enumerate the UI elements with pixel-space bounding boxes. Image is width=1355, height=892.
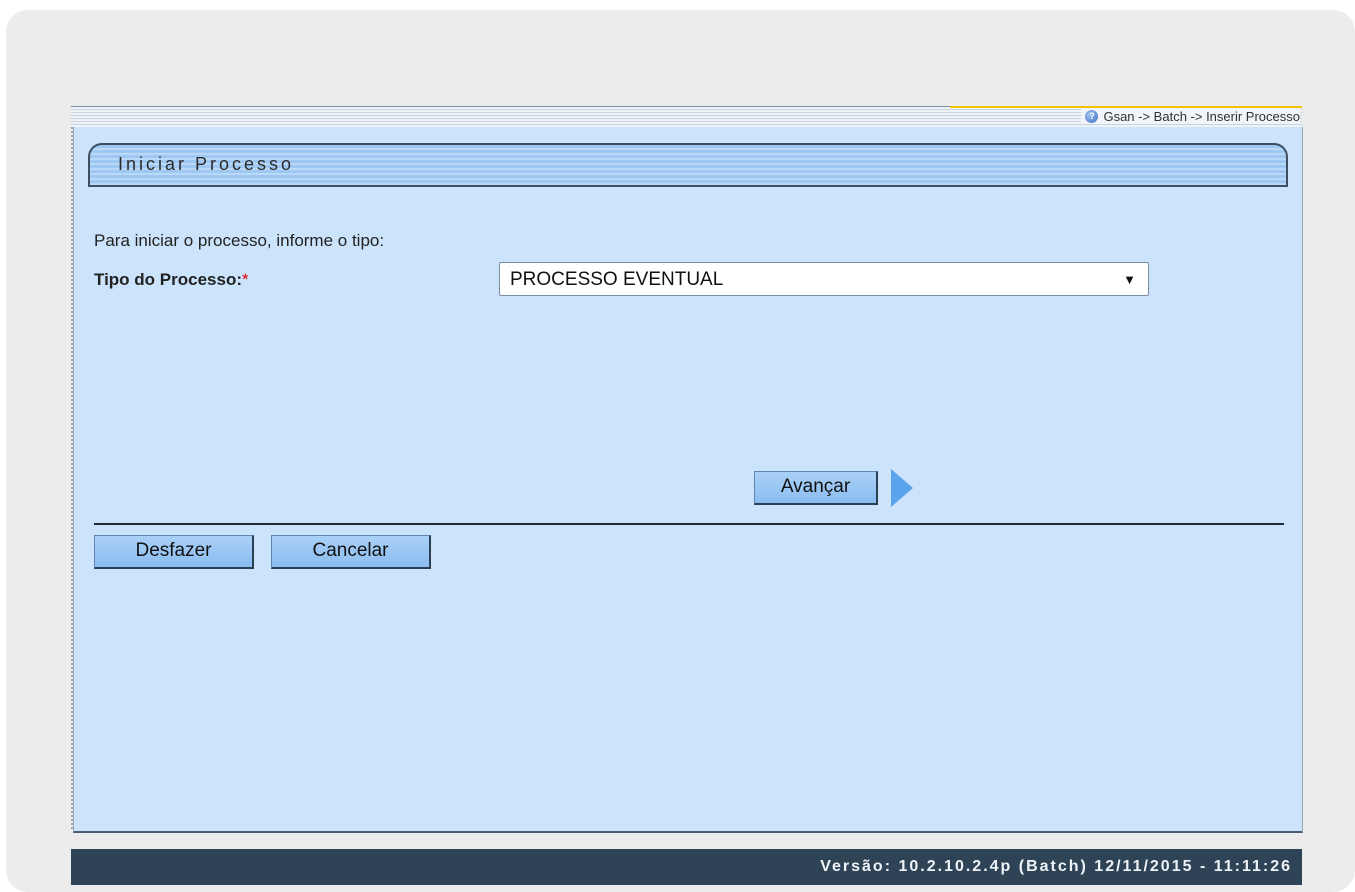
instruction-text: Para iniciar o processo, informe o tipo: [94,231,385,250]
main-panel: Iniciar Processo Para iniciar o processo… [71,127,1303,833]
tipo-processo-label-text: Tipo do Processo: [94,270,242,289]
required-marker: * [242,270,249,289]
tipo-processo-select[interactable]: PROCESSO EVENTUAL ▼ [499,262,1149,296]
page-title: Iniciar Processo [118,154,295,174]
avancar-button[interactable]: Avançar [754,471,878,505]
breadcrumb: ? Gsan -> Batch -> Inserir Processo [1081,109,1300,124]
header-accent [950,106,1302,108]
cancelar-button[interactable]: Cancelar [271,535,431,569]
chevron-down-icon[interactable]: ▼ [1123,272,1136,287]
panel-left-rule [71,127,73,831]
tipo-processo-selected-value: PROCESSO EVENTUAL [510,269,724,290]
section-title-tab: Iniciar Processo [88,143,1288,187]
footer-bar: Versão: 10.2.10.2.4p (Batch) 12/11/2015 … [71,849,1302,885]
header-band: ? Gsan -> Batch -> Inserir Processo [71,106,1302,127]
next-arrow-icon[interactable] [891,469,913,507]
divider [94,523,1284,525]
version-text: Versão: 10.2.10.2.4p (Batch) 12/11/2015 … [820,858,1292,875]
breadcrumb-text: Gsan -> Batch -> Inserir Processo [1103,109,1300,124]
help-icon[interactable]: ? [1085,110,1099,123]
desfazer-button[interactable]: Desfazer [94,535,254,569]
tipo-processo-label: Tipo do Processo:* [94,270,249,290]
